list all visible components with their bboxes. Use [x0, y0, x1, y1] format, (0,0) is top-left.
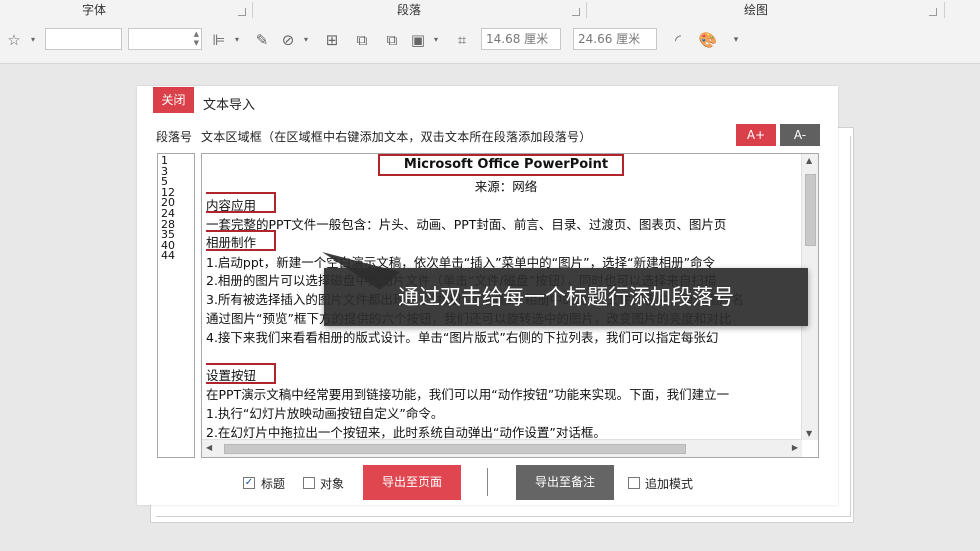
send-backward-icon[interactable]: ⧉ [381, 29, 403, 51]
shape-outline-icon[interactable]: ◜ [667, 29, 689, 51]
object-checkbox-label: 对象 [320, 477, 345, 491]
distribute-icon[interactable]: ⊞ [321, 29, 343, 51]
shape-width-input[interactable]: 14.68 厘米 [481, 28, 561, 50]
object-checkbox[interactable] [303, 477, 315, 489]
text-line[interactable]: 2.在幻灯片中拖拉出一个按钮来，此时系统自动弹出“动作设置”对话框。 [206, 422, 606, 440]
paragraph-dialog-launcher-icon[interactable] [572, 8, 580, 16]
palette-icon[interactable]: 🎨 [697, 29, 719, 51]
drawing-dialog-launcher-icon[interactable] [929, 8, 937, 16]
font-decrease-button[interactable]: A- [780, 124, 820, 146]
append-mode-checkbox[interactable] [628, 477, 640, 489]
chevron-down-icon[interactable]: ▾ [295, 29, 317, 51]
ribbon-separator [944, 2, 945, 18]
chevron-down-icon[interactable]: ▾ [226, 29, 248, 51]
paragraph-number-list[interactable]: 1 3 5 12 20 24 28 35 40 44 [157, 153, 195, 458]
vertical-scroll-thumb[interactable] [805, 174, 816, 246]
ribbon-group-font: 字体 [82, 3, 107, 17]
ribbon-group-paragraph: 段落 [397, 3, 422, 17]
font-increase-button[interactable]: A+ [736, 124, 776, 146]
chevron-down-icon[interactable]: ▾ [425, 29, 447, 51]
ribbon-separator [586, 2, 587, 18]
text-effect-icon[interactable]: ✎ [251, 29, 273, 51]
title-checkbox-label: 标题 [261, 477, 286, 491]
ribbon-group-drawing: 绘图 [744, 3, 769, 17]
tutorial-callout: 通过双击给每一个标题行添加段落号 [324, 268, 808, 326]
scroll-up-icon[interactable]: ▲ [806, 156, 812, 165]
button-divider [487, 468, 488, 496]
spin-icon[interactable]: ▲ ▼ [194, 30, 199, 48]
export-to-page-button[interactable]: 导出至页面 [363, 465, 461, 500]
paragraph-number: 44 [161, 249, 175, 263]
shape-height-input[interactable]: 24.66 厘米 [573, 28, 657, 50]
heading-highlight-box [206, 192, 276, 213]
heading-highlight-box [206, 363, 276, 384]
title-checkbox[interactable]: ✓ [243, 477, 255, 489]
text-line[interactable]: 一套完整的PPT文件一般包含：片头、动画、PPT封面、前言、目录、过渡页、图表页… [206, 214, 726, 233]
text-line[interactable]: 来源：网络 [206, 176, 806, 195]
font-name-input[interactable] [45, 28, 122, 50]
heading-highlight-box [206, 230, 276, 251]
horizontal-scroll-thumb[interactable] [224, 444, 686, 454]
ribbon-toolbar: ☆ ▾ ▲ ▼ ⊫ ▾ ✎ ⊘ ▾ ⊞ ⧉ ⧉ ▣ ▾ ⌗ 14.68 厘米 24… [0, 20, 980, 64]
close-button[interactable]: 关闭 [153, 87, 194, 113]
horizontal-scrollbar[interactable]: ◀ ▶ [202, 439, 802, 457]
ribbon-group-bar: 字体 段落 绘图 [0, 0, 980, 21]
more-options-icon[interactable]: ▾ [725, 29, 747, 51]
chevron-down-icon[interactable]: ▾ [22, 29, 44, 51]
font-size-input[interactable]: ▲ ▼ [128, 28, 202, 50]
ribbon-separator [252, 2, 253, 18]
export-to-notes-button[interactable]: 导出至备注 [516, 465, 614, 500]
scroll-left-icon[interactable]: ◀ [206, 443, 212, 452]
scroll-right-icon[interactable]: ▶ [792, 443, 798, 452]
bring-forward-icon[interactable]: ⧉ [351, 29, 373, 51]
append-mode-label: 追加模式 [645, 477, 694, 491]
scroll-down-icon[interactable]: ▼ [806, 429, 812, 438]
paragraph-number-label: 段落号 [156, 130, 193, 144]
crop-icon[interactable]: ⌗ [451, 29, 473, 51]
title-highlight-box [378, 154, 624, 176]
text-line[interactable]: 在PPT演示文稿中经常要用到链接功能，我们可以用“动作按钮”功能来实现。下面，我… [206, 384, 729, 403]
text-line[interactable]: 1.执行“幻灯片放映动画按钮自定义”命令。 [206, 403, 443, 422]
text-area-label: 文本区域框（在区域框中右键添加文本，双击文本所在段落添加段落号） [201, 130, 592, 144]
text-line[interactable]: 4.接下来我们来看看相册的版式设计。单击“图片版式”右侧的下拉列表，我们可以指定… [206, 327, 718, 346]
font-dialog-launcher-icon[interactable] [238, 8, 246, 16]
panel-title: 文本导入 [203, 98, 256, 113]
